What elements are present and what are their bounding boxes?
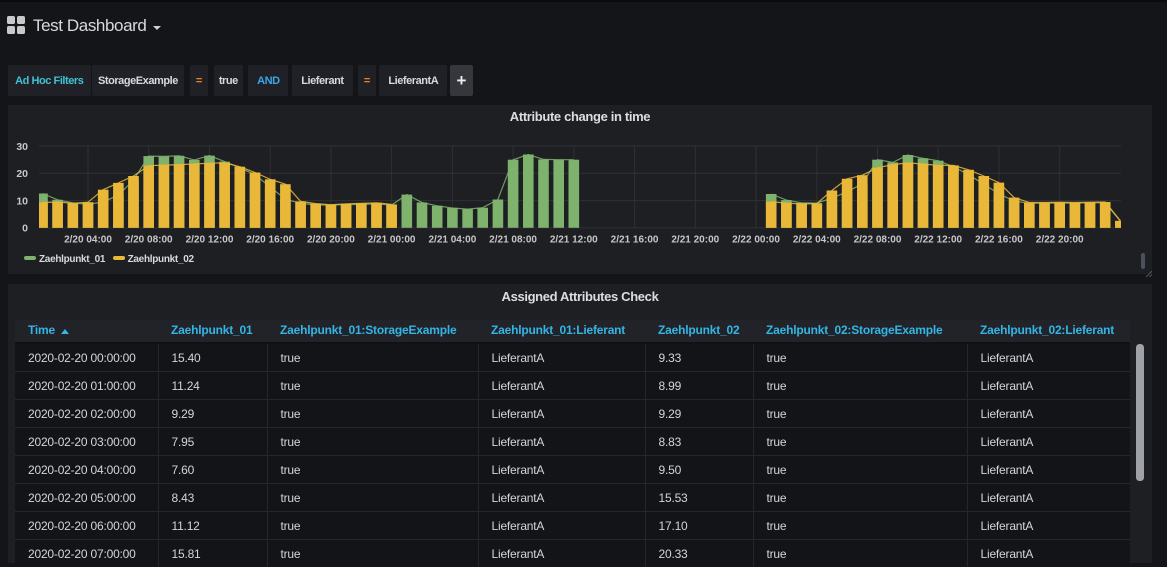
svg-text:2/20 16:00: 2/20 16:00 [246,235,294,246]
svg-text:2/21 20:00: 2/21 20:00 [671,235,719,246]
svg-text:2/22 00:00: 2/22 00:00 [732,235,780,246]
svg-text:2/22 04:00: 2/22 04:00 [793,235,841,246]
svg-text:2/21 00:00: 2/21 00:00 [368,235,416,246]
svg-text:2/21 04:00: 2/21 04:00 [428,235,476,246]
svg-text:0: 0 [22,223,28,235]
svg-text:10: 10 [16,195,28,207]
svg-text:2/21 16:00: 2/21 16:00 [611,235,659,246]
svg-text:2/21 08:00: 2/21 08:00 [489,235,537,246]
svg-text:2/20 08:00: 2/20 08:00 [125,235,173,246]
svg-text:2/22 20:00: 2/22 20:00 [1036,235,1084,246]
svg-text:2/22 16:00: 2/22 16:00 [975,235,1023,246]
svg-text:2/20 20:00: 2/20 20:00 [307,235,355,246]
svg-text:2/21 12:00: 2/21 12:00 [550,235,598,246]
svg-text:2/20 04:00: 2/20 04:00 [64,235,112,246]
svg-text:30: 30 [16,141,28,153]
svg-text:20: 20 [16,168,28,180]
svg-text:2/22 08:00: 2/22 08:00 [854,235,902,246]
svg-text:2/20 12:00: 2/20 12:00 [186,235,234,246]
svg-text:2/22 12:00: 2/22 12:00 [914,235,962,246]
